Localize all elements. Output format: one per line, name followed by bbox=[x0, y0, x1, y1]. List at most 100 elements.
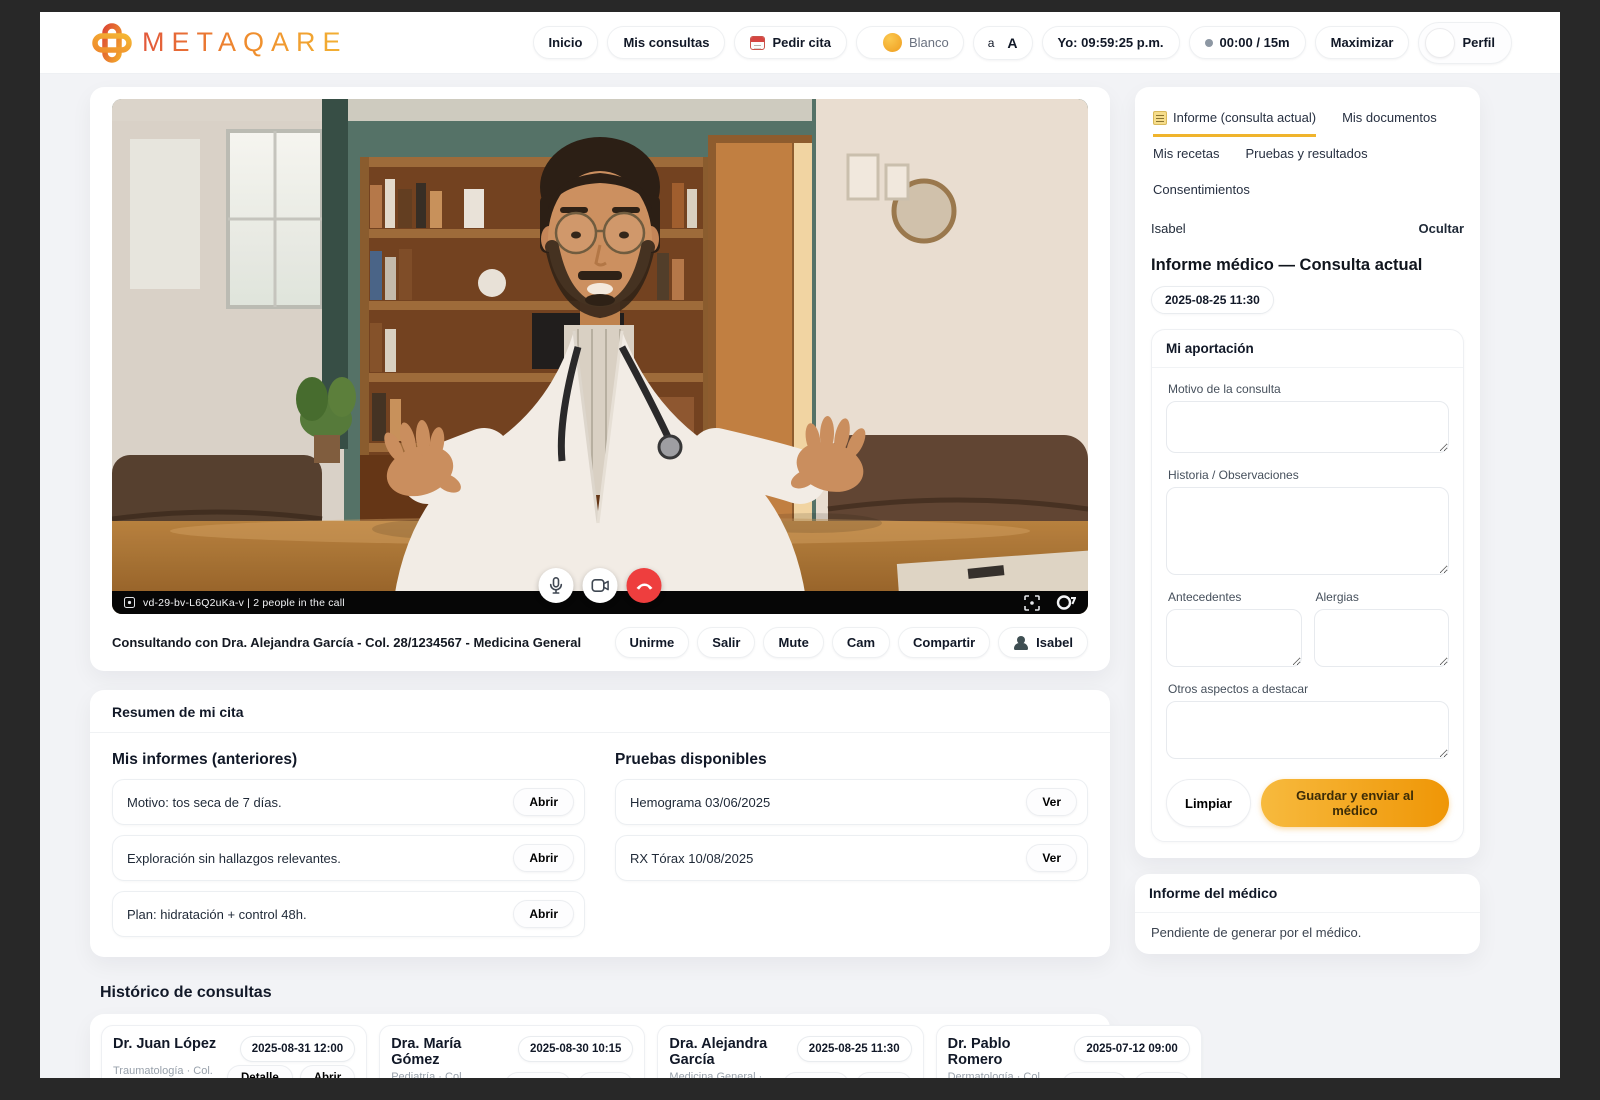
detail-button[interactable]: Detalle bbox=[1062, 1072, 1128, 1078]
available-tests-column: Pruebas disponibles Hemograma 03/06/2025… bbox=[615, 743, 1088, 937]
motivo-field[interactable] bbox=[1166, 401, 1449, 453]
open-button[interactable]: Abrir bbox=[856, 1072, 911, 1078]
report-row: Motivo: tos seca de 7 días. Abrir bbox=[112, 779, 585, 825]
save-send-button[interactable]: Guardar y enviar al médico bbox=[1261, 779, 1449, 827]
doctor-specialty: Traumatología · Col. 28/9988776 bbox=[113, 1064, 221, 1078]
session-timer: 00:00 / 15m bbox=[1189, 26, 1306, 59]
open-report-button[interactable]: Abrir bbox=[513, 844, 574, 872]
tab-mis-documentos[interactable]: Mis documentos bbox=[1342, 103, 1437, 137]
view-test-button[interactable]: Ver bbox=[1026, 788, 1077, 816]
hide-panel-button[interactable]: Ocultar bbox=[1418, 221, 1464, 236]
report-title: Informe médico — Consulta actual bbox=[1151, 256, 1464, 275]
header-nav: Inicio Mis consultas Pedir cita Blanco a… bbox=[533, 22, 1512, 64]
video-card: vd-29-bv-L6Q2uKa-v | 2 people in the cal… bbox=[90, 87, 1110, 671]
hangup-icon bbox=[635, 582, 653, 590]
mic-button[interactable] bbox=[539, 568, 574, 603]
report-row: Exploración sin hallazgos relevantes. Ab… bbox=[112, 835, 585, 881]
previous-reports-column: Mis informes (anteriores) Motivo: tos se… bbox=[112, 743, 585, 937]
patient-name-label: Isabel bbox=[1151, 221, 1186, 236]
appointment-date-badge: 2025-07-12 09:00 bbox=[1074, 1036, 1189, 1062]
share-button[interactable]: Compartir bbox=[898, 627, 990, 658]
font-bigger-button[interactable]: A bbox=[1007, 35, 1017, 51]
tab-mis-recetas[interactable]: Mis recetas bbox=[1153, 139, 1219, 173]
consult-caption: Consultando con Dra. Alejandra García - … bbox=[112, 635, 581, 650]
doctor-specialty: Medicina General · Col. 28/1234567 bbox=[669, 1070, 777, 1078]
appointment-date-badge: 2025-08-25 11:30 bbox=[797, 1036, 912, 1062]
mic-icon bbox=[549, 577, 564, 594]
view-test-button[interactable]: Ver bbox=[1026, 844, 1077, 872]
memo-icon bbox=[1153, 111, 1167, 125]
detail-button[interactable]: Detalle bbox=[783, 1072, 849, 1078]
nav-mis-consultas[interactable]: Mis consultas bbox=[607, 26, 725, 59]
antecedentes-field[interactable] bbox=[1166, 609, 1302, 667]
report-datetime-badge: 2025-08-25 11:30 bbox=[1151, 286, 1274, 314]
provider-logo-icon bbox=[1056, 595, 1076, 610]
history-card: Dr. Pablo Romero 2025-07-12 09:00 Dermat… bbox=[936, 1025, 1202, 1078]
tests-title: Pruebas disponibles bbox=[615, 751, 1088, 769]
appointment-summary-card: Resumen de mi cita Mis informes (anterio… bbox=[90, 690, 1110, 957]
theme-toggle[interactable]: Blanco bbox=[856, 26, 964, 59]
doctor-report-title: Informe del médico bbox=[1135, 874, 1480, 913]
report-row: Plan: hidratación + control 48h. Abrir bbox=[112, 891, 585, 937]
tab-informe-consulta-actual[interactable]: Informe (consulta actual) bbox=[1153, 103, 1316, 137]
alergias-field[interactable] bbox=[1314, 609, 1450, 667]
participant-isabel-button[interactable]: Isabel bbox=[998, 627, 1088, 658]
doctor-name: Dra. Alejandra García bbox=[669, 1036, 787, 1068]
top-header: METAQARE Inicio Mis consultas Pedir cita… bbox=[40, 12, 1560, 74]
nav-pedir-cita[interactable]: Pedir cita bbox=[734, 26, 847, 59]
sidebar: Informe (consulta actual) Mis documentos… bbox=[1135, 87, 1480, 954]
clock-display: Yo: 09:59:25 p.m. bbox=[1042, 26, 1180, 59]
detail-button[interactable]: Detalle bbox=[505, 1072, 571, 1078]
appointment-date-badge: 2025-08-30 10:15 bbox=[518, 1036, 633, 1062]
doctor-name: Dr. Juan López bbox=[113, 1036, 231, 1062]
appointment-date-badge: 2025-08-31 12:00 bbox=[240, 1036, 355, 1062]
mute-toggle-button[interactable]: Mute bbox=[763, 627, 823, 658]
doctor-specialty: Dermatología · Col. 28/7654321 bbox=[948, 1070, 1056, 1078]
open-button[interactable]: Abrir bbox=[1134, 1072, 1189, 1078]
open-button[interactable]: Abrir bbox=[300, 1065, 355, 1078]
hangup-button[interactable] bbox=[627, 568, 662, 603]
historia-field[interactable] bbox=[1166, 487, 1449, 575]
font-smaller-button[interactable]: a bbox=[988, 36, 995, 50]
sidebar-tabs: Informe (consulta actual) Mis documentos… bbox=[1151, 101, 1464, 209]
nav-inicio[interactable]: Inicio bbox=[533, 26, 599, 59]
font-size-controls: a A bbox=[973, 26, 1033, 60]
patient-contribution-form: Mi aportación Motivo de la consulta Hist… bbox=[1151, 329, 1464, 842]
person-icon bbox=[1013, 636, 1029, 650]
doctor-report-panel: Informe del médico Pendiente de generar … bbox=[1135, 874, 1480, 954]
content-area: vd-29-bv-L6Q2uKa-v | 2 people in the cal… bbox=[40, 74, 1560, 1078]
camera-button[interactable] bbox=[583, 568, 618, 603]
leave-button[interactable]: Salir bbox=[697, 627, 755, 658]
fullscreen-icon[interactable] bbox=[1024, 595, 1040, 611]
tab-consentimientos[interactable]: Consentimientos bbox=[1153, 175, 1250, 209]
otros-label: Otros aspectos a destacar bbox=[1168, 682, 1447, 696]
video-feed: vd-29-bv-L6Q2uKa-v | 2 people in the cal… bbox=[112, 99, 1088, 614]
open-report-button[interactable]: Abrir bbox=[513, 788, 574, 816]
consult-caption-row: Consultando con Dra. Alejandra García - … bbox=[112, 627, 1088, 658]
profile-button[interactable]: Perfil bbox=[1418, 22, 1512, 64]
open-button[interactable]: Abrir bbox=[578, 1072, 633, 1078]
detail-button[interactable]: Detalle bbox=[227, 1065, 293, 1078]
reports-title: Mis informes (anteriores) bbox=[112, 751, 585, 769]
doctor-name: Dr. Pablo Romero bbox=[948, 1036, 1066, 1068]
doctor-specialty: Pediatría · Col. 28/1122334 bbox=[391, 1070, 499, 1078]
history-card-container: Dr. Juan López 2025-08-31 12:00 Traumato… bbox=[90, 1014, 1110, 1078]
doctor-report-status: Pendiente de generar por el médico. bbox=[1135, 913, 1480, 954]
clear-form-button[interactable]: Limpiar bbox=[1166, 779, 1251, 827]
cam-toggle-button[interactable]: Cam bbox=[832, 627, 890, 658]
brand: METAQARE bbox=[92, 23, 348, 63]
open-report-button[interactable]: Abrir bbox=[513, 900, 574, 928]
theme-knob-icon bbox=[883, 33, 902, 52]
avatar bbox=[1425, 28, 1455, 58]
otros-field[interactable] bbox=[1166, 701, 1449, 759]
form-title: Mi aportación bbox=[1152, 330, 1463, 368]
brand-logo-icon bbox=[92, 23, 132, 63]
join-button[interactable]: Unirme bbox=[615, 627, 690, 658]
timer-dot-icon bbox=[1205, 39, 1213, 47]
test-row: Hemograma 03/06/2025 Ver bbox=[615, 779, 1088, 825]
app-window: METAQARE Inicio Mis consultas Pedir cita… bbox=[40, 12, 1560, 1078]
maximize-button[interactable]: Maximizar bbox=[1315, 26, 1410, 59]
tab-pruebas-resultados[interactable]: Pruebas y resultados bbox=[1245, 139, 1367, 173]
room-grid-icon bbox=[124, 597, 135, 608]
historia-label: Historia / Observaciones bbox=[1168, 468, 1447, 482]
